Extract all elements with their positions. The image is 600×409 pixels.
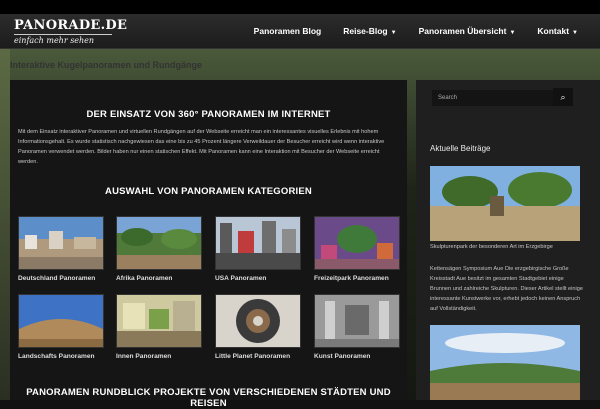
- category-image: [215, 216, 301, 270]
- category-label: Deutschland Panoramen: [18, 275, 96, 282]
- search-button[interactable]: ⌕: [553, 88, 573, 106]
- recent-post-image[interactable]: [430, 166, 580, 241]
- category-image: [18, 216, 104, 270]
- sidebar: Search ⌕ Aktuelle Beiträge Skulpturenpar…: [416, 80, 600, 400]
- category-label: Landschafts Panoramen: [18, 353, 95, 360]
- section-heading-projekte: PANORAMEN RUNDBLICK PROJEKTE VON VERSCHI…: [26, 387, 391, 409]
- site-logo[interactable]: PANORADE.DE einfach mehr sehen: [14, 18, 128, 45]
- intro-text: Mit dem Einsatz interaktiver Panoramen u…: [18, 129, 385, 165]
- page-breadcrumb: Interaktive Kugelpanoramen und Rundgänge: [10, 60, 203, 70]
- main-content: DER EINSATZ VON 360° PANORAMEN IM INTERN…: [10, 80, 407, 409]
- category-image: [116, 216, 202, 270]
- category-tile-kunst[interactable]: Kunst Panoramen: [314, 294, 400, 360]
- recent-post-image[interactable]: [430, 325, 580, 400]
- logo-tagline: einfach mehr sehen: [14, 36, 95, 45]
- category-tile-landschaft[interactable]: Landschafts Panoramen: [18, 294, 104, 360]
- nav-label: Reise-Blog: [343, 26, 388, 36]
- navbar: PANORADE.DE einfach mehr sehen Panoramen…: [0, 14, 600, 49]
- category-tile-deutschland[interactable]: Deutschland Panoramen: [18, 216, 104, 282]
- logo-name: PANORADE.DE: [14, 18, 128, 35]
- nav-label: Kontakt: [537, 26, 570, 36]
- category-label: Kunst Panoramen: [314, 353, 371, 360]
- category-image: [18, 294, 104, 348]
- top-strip: [0, 0, 600, 14]
- category-image: [314, 294, 400, 348]
- nav-label: Panoramen Übersicht: [418, 26, 507, 36]
- category-image: [116, 294, 202, 348]
- recent-post-excerpt: Kettensägen Symposium Aue Die erzgebirgi…: [430, 266, 583, 312]
- hero-edge: [0, 49, 10, 400]
- section-heading-einsatz: DER EINSATZ VON 360° PANORAMEN IM INTERN…: [86, 109, 331, 120]
- nav-panoramen-uebersicht[interactable]: Panoramen Übersicht ▼: [419, 26, 516, 36]
- category-tile-freizeitpark[interactable]: Freizeitpark Panoramen: [314, 216, 400, 282]
- nav-label: Panoramen Blog: [253, 26, 322, 36]
- chevron-down-icon: ▼: [572, 30, 578, 36]
- category-label: Little Planet Panoramen: [215, 353, 291, 360]
- search-icon: ⌕: [560, 92, 566, 102]
- category-image: [314, 216, 400, 270]
- recent-posts-heading: Aktuelle Beiträge: [430, 144, 491, 153]
- category-label: Innen Panoramen: [116, 353, 172, 360]
- chevron-down-icon: ▼: [390, 30, 397, 36]
- nav-kontakt[interactable]: Kontakt ▼: [537, 26, 578, 36]
- main-nav: Panoramen Blog Reise-Blog ▼ Panoramen Übe…: [254, 14, 600, 48]
- category-label: USA Panoramen: [215, 275, 267, 282]
- category-tile-little-planet[interactable]: Little Planet Panoramen: [215, 294, 301, 360]
- category-image: [215, 294, 301, 348]
- category-tile-usa[interactable]: USA Panoramen: [215, 216, 301, 282]
- category-label: Afrika Panoramen: [116, 275, 173, 282]
- chevron-down-icon: ▼: [509, 30, 516, 36]
- category-tile-afrika[interactable]: Afrika Panoramen: [116, 216, 202, 282]
- category-tile-innen[interactable]: Innen Panoramen: [116, 294, 202, 360]
- section-heading-kategorien: AUSWAHL VON PANORAMEN KATEGORIEN: [105, 186, 312, 197]
- nav-panoramen-blog[interactable]: Panoramen Blog: [254, 26, 322, 36]
- recent-post-title[interactable]: Skulpturenpark der besonderen Art im Erz…: [430, 244, 590, 250]
- nav-reise-blog[interactable]: Reise-Blog ▼: [343, 26, 396, 36]
- search-input[interactable]: Search: [432, 90, 573, 106]
- category-label: Freizeitpark Panoramen: [314, 275, 389, 282]
